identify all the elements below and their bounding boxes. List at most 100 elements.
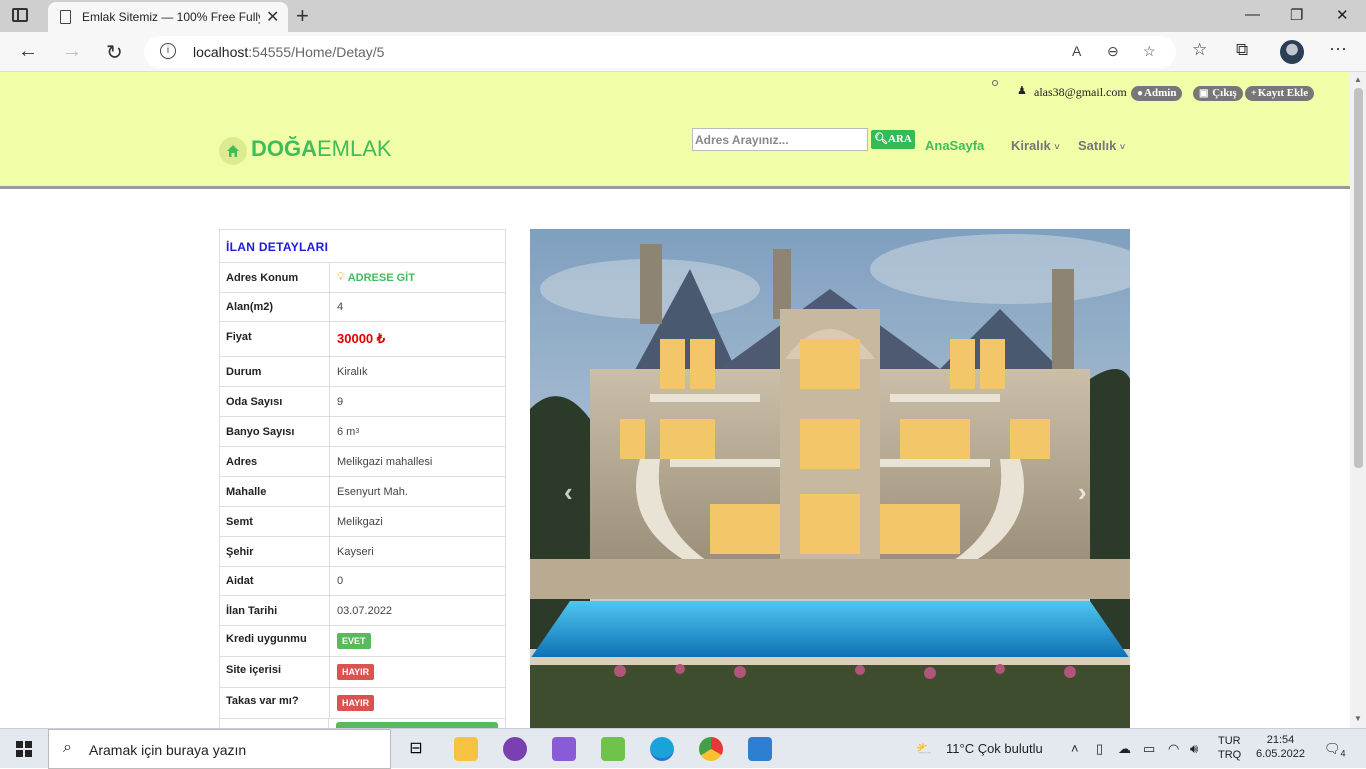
minimize-button[interactable]: — — [1245, 6, 1260, 23]
status-badge: HAYIR — [337, 664, 375, 680]
table-row: Alan(m2) 4 — [220, 293, 505, 322]
row-value: Melikgazi mahallesi — [337, 455, 433, 468]
weather-text[interactable]: 11°C Çok bulutlu — [946, 741, 1043, 756]
user-icon: ● — [1137, 88, 1144, 99]
row-value: Melikgazi — [337, 515, 383, 528]
table-row: Site içerisi HAYIR — [220, 657, 505, 688]
bulb-icon: 💡︎ — [337, 271, 345, 283]
logout-button[interactable]: ▣ Çıkış — [1193, 86, 1243, 101]
more-menu-icon[interactable]: ··· — [1329, 38, 1347, 59]
table-row: İlan Tarihi 03.07.2022 — [220, 596, 505, 626]
search-button[interactable]: 🔍︎ARA — [871, 130, 915, 149]
scroll-down-icon[interactable]: ▼ — [1354, 714, 1362, 723]
notification-icon[interactable]: 🗨︎4 — [1324, 741, 1346, 759]
row-label: Şehir — [220, 537, 330, 566]
row-value: Esenyurt Mah. — [337, 485, 408, 498]
tab-title: Emlak Sitemiz — 100% Free Fully — [82, 10, 260, 24]
home-icon — [227, 145, 239, 157]
row-label: Durum — [220, 357, 330, 386]
nav-home[interactable]: AnaSayfa — [925, 138, 984, 153]
add-record-button[interactable]: +Kayıt Ekle — [1245, 86, 1315, 101]
wifi-icon[interactable]: ◠ — [1168, 741, 1179, 757]
address-search-input[interactable] — [692, 128, 868, 151]
status-badge: EVET — [337, 633, 371, 649]
photos-icon[interactable] — [748, 737, 772, 761]
nav-rent[interactable]: Kiralık ˅ — [1011, 138, 1060, 153]
maximize-button[interactable]: ❐ — [1290, 6, 1303, 24]
chevron-down-icon: ˅ — [1054, 142, 1060, 152]
tab-close-icon[interactable]: ✕ — [266, 7, 279, 27]
plus-icon: + — [1251, 88, 1257, 99]
tab-actions-icon[interactable] — [12, 8, 28, 22]
site-header: ♟ alas38@gmail.com ●Admin ▣ Çıkış +Kayıt… — [0, 72, 1350, 189]
table-row: Banyo Sayısı 6 m3 — [220, 417, 505, 447]
row-value: HAYIR — [330, 657, 505, 687]
row-label: Alan(m2) — [220, 293, 330, 321]
site-info-icon[interactable]: i — [160, 43, 176, 59]
refresh-icon[interactable]: ↻ — [106, 40, 123, 65]
row-value: 4 — [337, 301, 344, 313]
table-row: Durum Kiralık — [220, 357, 505, 387]
file-explorer-icon[interactable] — [454, 737, 478, 761]
back-icon[interactable]: ← — [18, 40, 38, 63]
close-window-button[interactable]: ✕ — [1336, 6, 1349, 24]
battery-icon[interactable]: ▭ — [1143, 741, 1155, 757]
table-row: Fiyat 30000 ₺ — [220, 322, 505, 357]
windows-start-icon[interactable] — [16, 741, 32, 757]
browser-tab[interactable]: Emlak Sitemiz — 100% Free Fully ✕ — [48, 2, 288, 32]
collections-icon[interactable]: ⧉ — [1236, 40, 1248, 60]
next-slide-icon[interactable]: › — [1078, 477, 1087, 508]
weather-icon[interactable]: ⛅ — [916, 741, 932, 757]
row-label: Fiyat — [220, 322, 330, 356]
url-field[interactable]: i localhost:54555/Home/Detay/5 A ⊖ ☆ — [144, 36, 1176, 68]
row-value: EVET — [330, 626, 505, 656]
row-label: Mahalle — [220, 477, 330, 506]
admin-button[interactable]: ●Admin — [1131, 86, 1183, 101]
scroll-up-icon[interactable]: ▲ — [1354, 75, 1362, 84]
forward-icon[interactable]: → — [62, 40, 82, 63]
read-aloud-icon[interactable]: A — [1072, 43, 1081, 59]
tool-app-icon[interactable] — [601, 737, 625, 761]
status-badge: HAYIR — [337, 695, 375, 711]
row-label: Oda Sayısı — [220, 387, 330, 416]
row-label: Aidat — [220, 567, 330, 595]
github-icon[interactable] — [503, 737, 527, 761]
row-label: Kredi uygunmu — [220, 626, 330, 656]
table-row: Kredi uygunmu EVET — [220, 626, 505, 657]
browser-tab-bar: Emlak Sitemiz — 100% Free Fully ✕ + — ❐ … — [0, 0, 1366, 32]
page-scrollbar[interactable]: ▲ ▼ — [1350, 72, 1366, 728]
add-favorite-icon[interactable]: ☆ — [1143, 43, 1156, 60]
task-view-icon[interactable]: ⊟ — [404, 737, 428, 761]
profile-avatar[interactable] — [1280, 40, 1304, 64]
row-label: Adres Konum — [220, 263, 330, 292]
language-indicator[interactable]: TUR TRQ — [1218, 735, 1241, 761]
row-label: Site içerisi — [220, 657, 330, 687]
chrome-icon[interactable] — [699, 737, 723, 761]
table-row: Şehir Kayseri — [220, 537, 505, 567]
property-image-carousel[interactable]: ‹ › — [530, 229, 1130, 728]
table-row: Semt Melikgazi — [220, 507, 505, 537]
taskbar-search-box[interactable]: ⌕ Aramak için buraya yazın — [48, 729, 391, 769]
go-to-address-link[interactable]: 💡︎ ADRESE GİT — [330, 263, 505, 292]
zoom-icon[interactable]: ⊖ — [1107, 43, 1119, 60]
logo-badge[interactable] — [219, 137, 247, 165]
row-value: 9 — [337, 395, 344, 408]
nav-sale[interactable]: Satılık ˅ — [1078, 138, 1125, 153]
clock[interactable]: 21:54 6.05.2022 — [1256, 734, 1305, 760]
row-label: Banyo Sayısı — [220, 417, 330, 446]
visual-studio-icon[interactable] — [552, 737, 576, 761]
price-value: 30000 ₺ — [337, 331, 386, 346]
volume-icon[interactable]: 🔊︎ — [1190, 741, 1198, 757]
new-tab-button[interactable]: + — [296, 3, 309, 29]
scroll-thumb[interactable] — [1354, 88, 1363, 468]
site-logo[interactable]: DOĞAEMLAK — [251, 136, 392, 162]
chevron-up-icon[interactable]: ˄ — [1071, 741, 1079, 756]
prev-slide-icon[interactable]: ‹ — [564, 477, 573, 508]
favorites-icon[interactable]: ☆ — [1192, 40, 1207, 60]
edge-icon[interactable] — [650, 737, 674, 761]
cloud-icon[interactable]: ☁ — [1118, 741, 1131, 757]
row-value: Kayseri — [337, 545, 374, 558]
page-icon — [60, 10, 71, 24]
url-text: localhost:54555/Home/Detay/5 — [193, 44, 385, 60]
device-icon[interactable]: ▯ — [1096, 741, 1103, 757]
